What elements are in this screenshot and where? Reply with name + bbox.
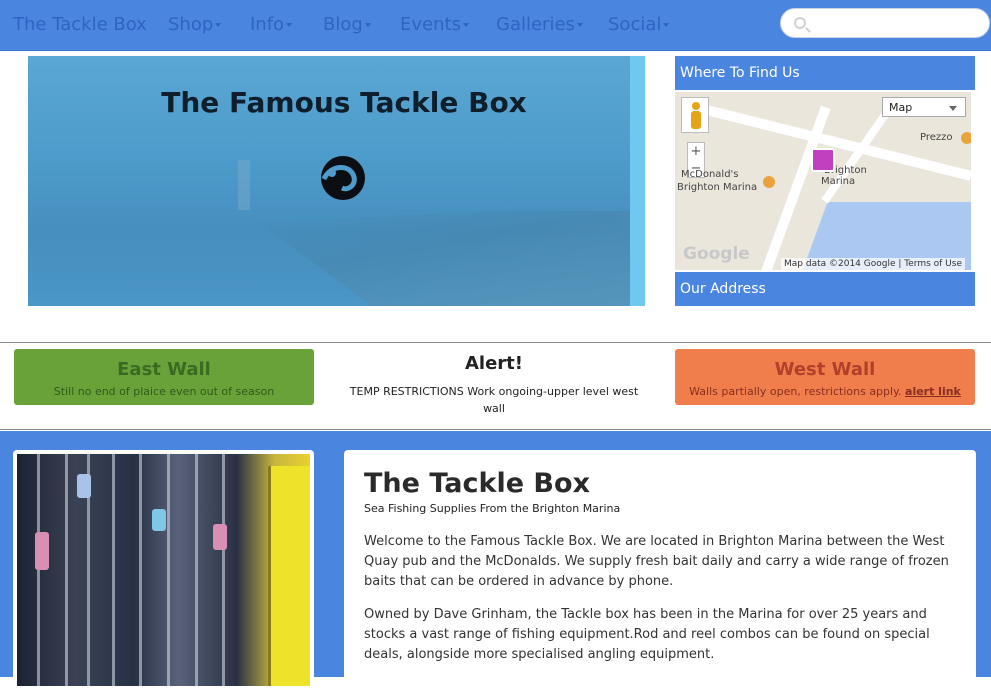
price-tag-shape: [77, 474, 91, 498]
nav-info[interactable]: Info: [250, 14, 293, 35]
main-section: The Tackle Box Sea Fishing Supplies From…: [0, 431, 991, 690]
nav-galleries[interactable]: Galleries: [496, 14, 583, 35]
search-icon: [794, 17, 806, 29]
intro-paragraph: Welcome to the Famous Tackle Box. We are…: [364, 534, 949, 589]
chevron-down-icon: [286, 23, 293, 27]
chevron-down-icon: [462, 23, 469, 27]
hero-title: The Famous Tackle Box: [161, 86, 527, 119]
rod-shape: [65, 454, 68, 686]
our-address-header: Our Address: [675, 272, 975, 306]
chevron-down-icon: [364, 23, 371, 27]
price-tag-shape: [35, 532, 49, 570]
top-navbar: The Tackle Box Shop Info Blog Events Gal…: [0, 0, 991, 51]
google-logo: Google: [683, 244, 750, 264]
chevron-down-icon: [663, 23, 670, 27]
nav-blog[interactable]: Blog: [323, 14, 371, 35]
alert-link[interactable]: alert link: [905, 385, 961, 398]
map-type-select[interactable]: Map: [882, 97, 966, 117]
price-tag-shape: [152, 509, 166, 531]
map-label-prezzo: Prezzo: [920, 132, 953, 143]
east-wall-card: East Wall Still no end of plaice even ou…: [14, 349, 314, 405]
nav-social[interactable]: Social: [608, 14, 670, 35]
pier-image: [258, 211, 638, 306]
terms-link[interactable]: Terms of Use: [904, 259, 962, 269]
west-wall-title: West Wall: [774, 359, 876, 380]
location-map[interactable]: + − Map Prezzo McDonald's Brighton Marin…: [675, 92, 971, 270]
rod-shape: [139, 454, 142, 686]
restaurant-icon: [763, 176, 775, 188]
east-wall-title: East Wall: [117, 359, 211, 380]
zoom-in-button[interactable]: +: [688, 143, 704, 160]
where-to-find-us-header: Where To Find Us: [675, 56, 975, 90]
map-label-mcdonalds: McDonald's: [681, 169, 739, 180]
nav-social-label: Social: [608, 14, 662, 35]
nav-info-label: Info: [250, 14, 285, 35]
shop-photo: [17, 454, 310, 686]
map-label-marina: Marina: [821, 176, 856, 187]
hook-logo-icon: [321, 156, 365, 200]
nav-galleries-label: Galleries: [496, 14, 575, 35]
east-wall-text: Still no end of plaice even out of seaso…: [53, 385, 275, 398]
location-marker-icon[interactable]: [811, 148, 835, 172]
shop-photo-card: [13, 450, 314, 690]
chevron-down-icon: [576, 23, 583, 27]
map-data-text: Map data ©2014 Google: [784, 259, 896, 269]
rod-shape: [37, 454, 40, 686]
west-wall-text: Walls partially open, restrictions apply…: [675, 385, 975, 398]
rod-shape: [195, 454, 198, 686]
nav-shop-label: Shop: [168, 14, 214, 35]
alert-text: TEMP RESTRICTIONS Work ongoing-upper lev…: [349, 385, 639, 415]
brand-link[interactable]: The Tackle Box: [13, 14, 147, 35]
restaurant-icon: [961, 132, 971, 144]
content-subtitle: Sea Fishing Supplies From the Brighton M…: [364, 502, 621, 515]
nav-blog-label: Blog: [323, 14, 363, 35]
nav-events[interactable]: Events: [400, 14, 469, 35]
nav-events-label: Events: [400, 14, 461, 35]
price-tag-shape: [213, 524, 227, 550]
pegman-icon[interactable]: [681, 97, 709, 133]
west-wall-card: West Wall Walls partially open, restrict…: [675, 349, 975, 405]
owner-paragraph: Owned by Dave Grinham, the Tackle box ha…: [364, 607, 930, 662]
rod-shape: [167, 454, 170, 686]
rod-shape: [222, 454, 225, 686]
chevron-down-icon: [215, 23, 222, 27]
intro-card: The Tackle Box Sea Fishing Supplies From…: [344, 450, 976, 690]
alert-title: Alert!: [465, 353, 523, 374]
map-label-brighton-marina: Brighton Marina: [677, 182, 758, 193]
hero-banner: The Famous Tackle Box: [28, 56, 645, 306]
lighthouse-image: [238, 160, 250, 210]
search-input[interactable]: [813, 13, 983, 33]
west-wall-message: Walls partially open, restrictions apply…: [689, 385, 902, 398]
search-box[interactable]: [780, 8, 990, 38]
nav-shop[interactable]: Shop: [168, 14, 222, 35]
content-title: The Tackle Box: [364, 468, 590, 499]
rod-shape: [112, 454, 115, 686]
alert-bar: East Wall Still no end of plaice even ou…: [0, 342, 991, 430]
yellow-door-shape: [268, 466, 310, 686]
map-attribution: Map data ©2014 Google | Terms of Use: [781, 258, 965, 270]
